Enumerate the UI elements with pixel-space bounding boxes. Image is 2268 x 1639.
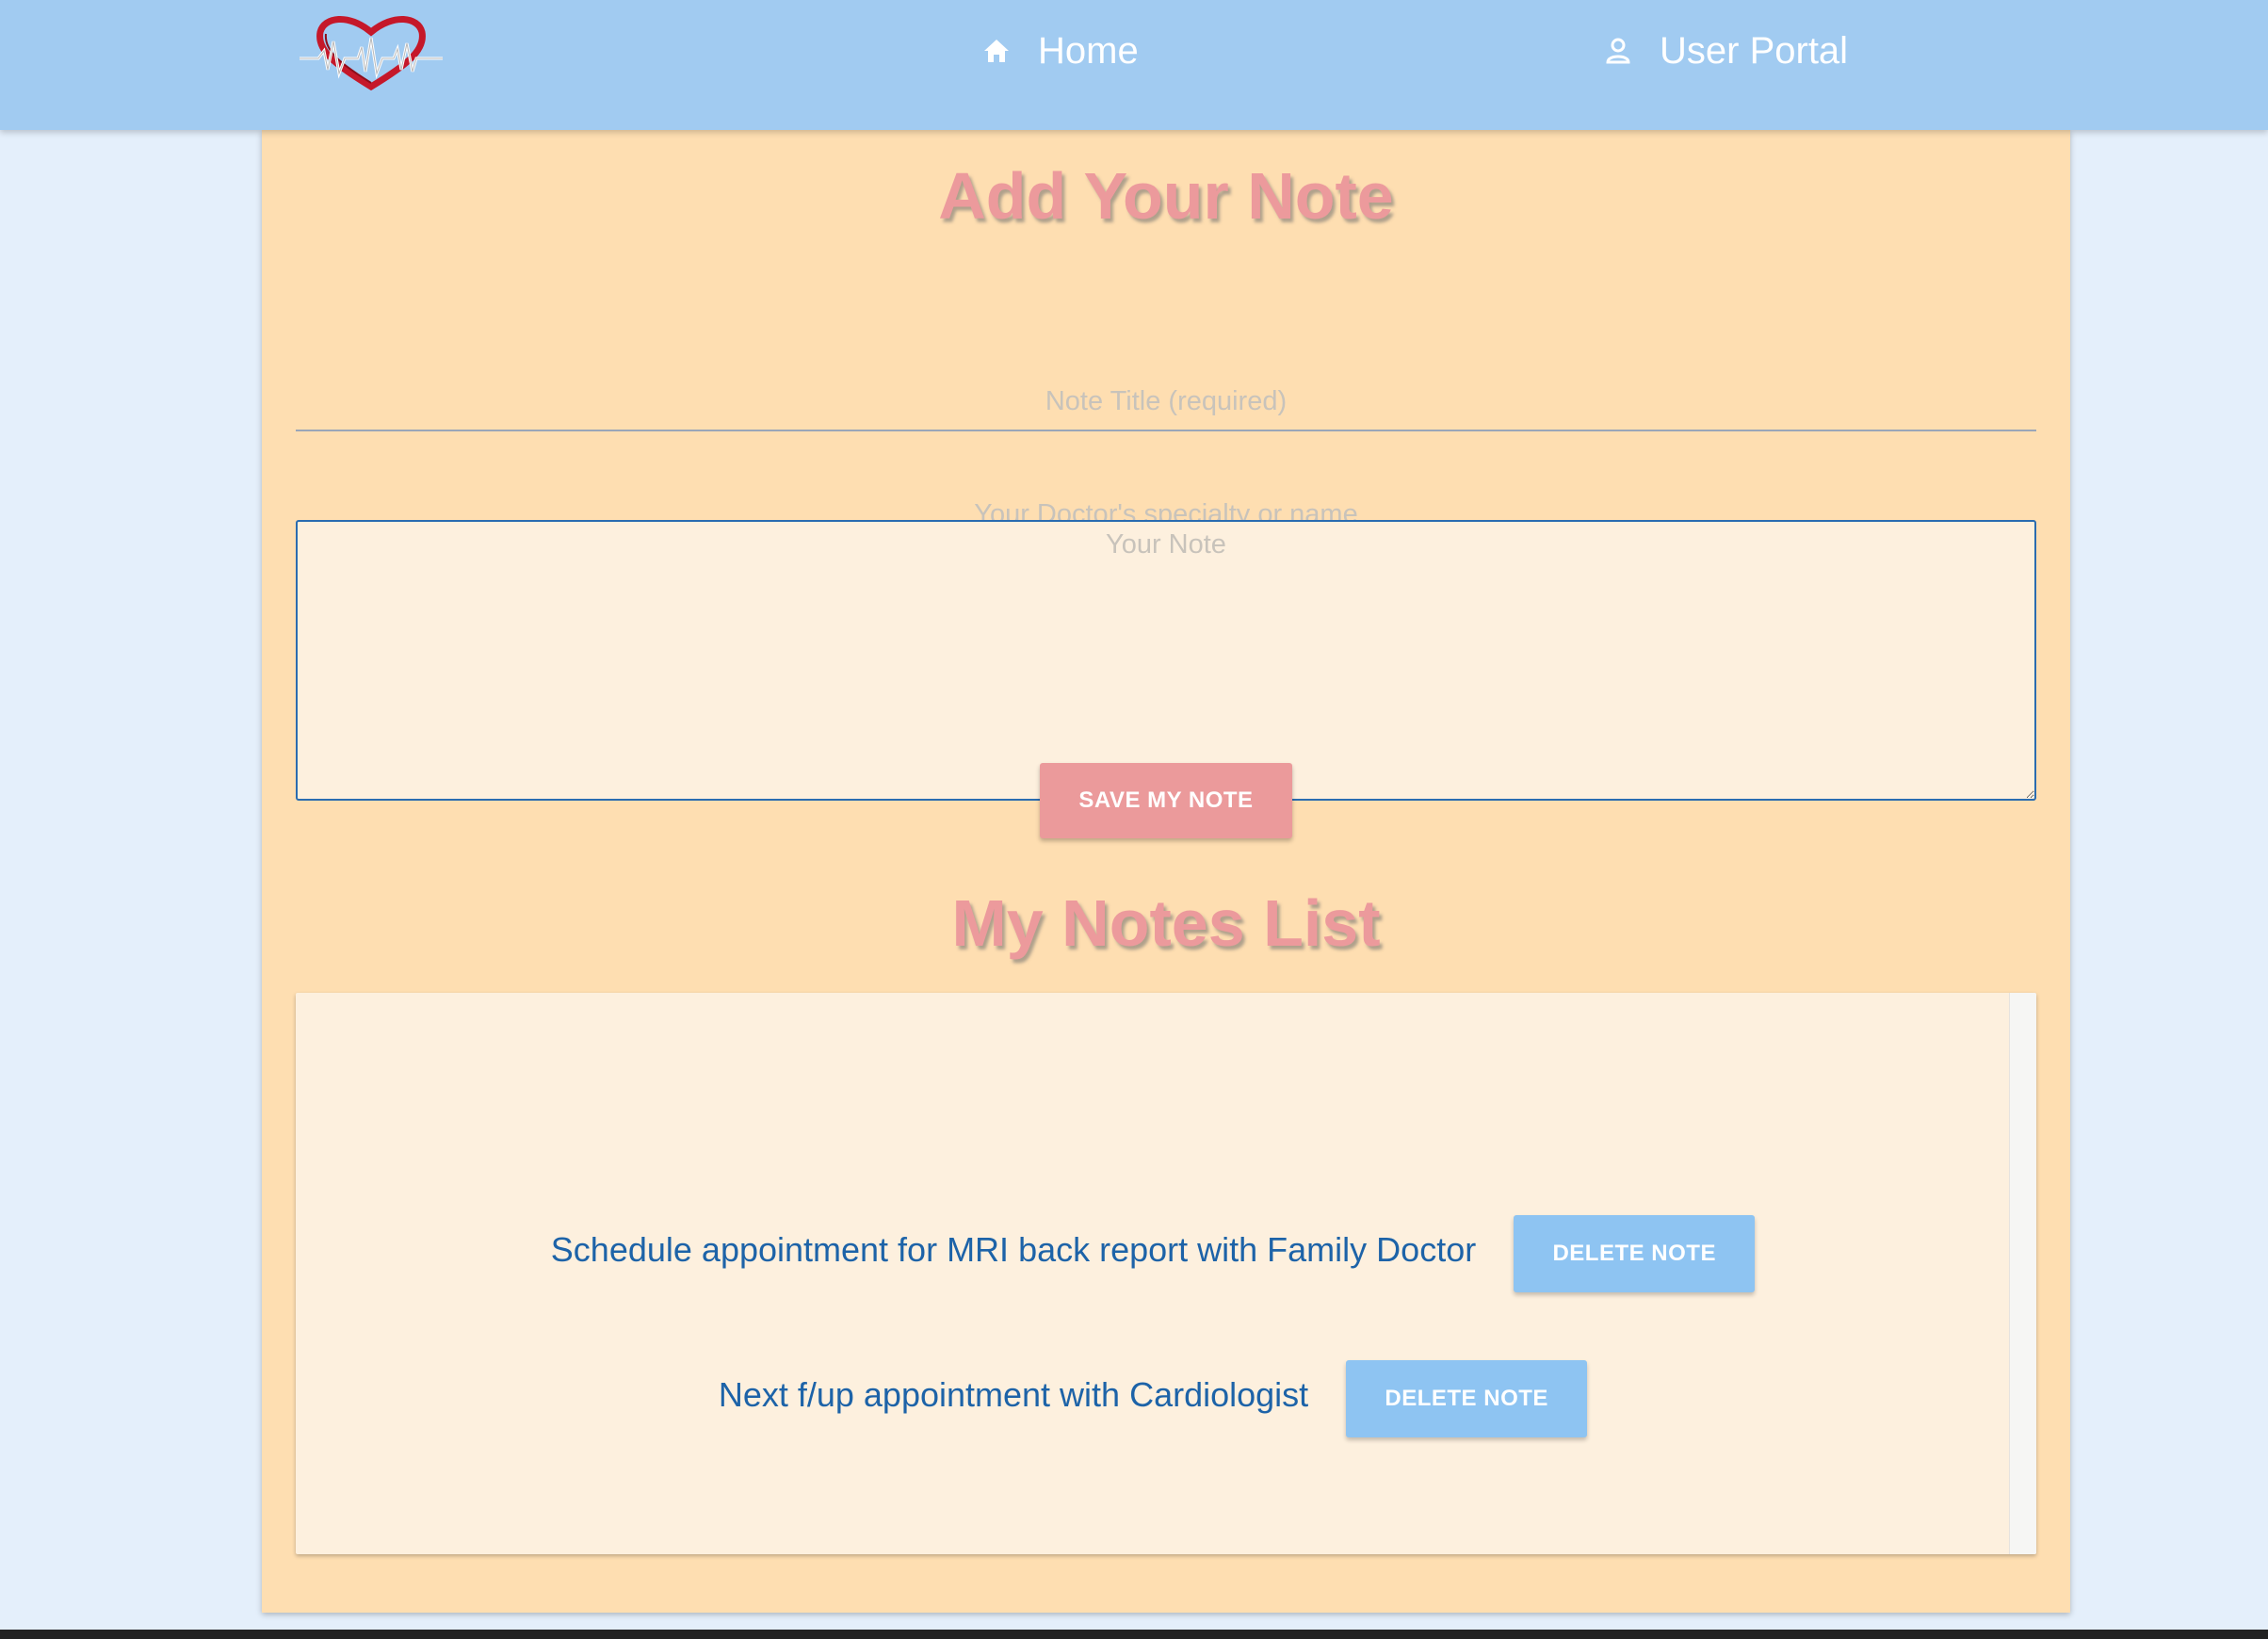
list-item: Schedule appointment for MRI back report… xyxy=(296,1215,2010,1292)
add-note-heading: Add Your Note xyxy=(938,159,1394,233)
delete-note-button[interactable]: DELETE NOTE xyxy=(1346,1360,1588,1437)
notes-card: Add Your Note SAVE MY NOTE My Notes List… xyxy=(262,130,2070,1613)
nav-user-portal-link[interactable]: User Portal xyxy=(1601,26,1848,75)
delete-note-button[interactable]: DELETE NOTE xyxy=(1514,1215,1756,1292)
nav-home-label: Home xyxy=(1038,29,1139,72)
save-note-button[interactable]: SAVE MY NOTE xyxy=(1040,763,1292,838)
notes-list: Schedule appointment for MRI back report… xyxy=(296,993,2036,1554)
note-textarea[interactable] xyxy=(296,520,2036,801)
window-bottom-edge xyxy=(0,1630,2268,1639)
note-text: Schedule appointment for MRI back report… xyxy=(550,1230,1477,1269)
list-item: Next f/up appointment with Cardiologist … xyxy=(296,1360,2010,1437)
notes-scrollbar[interactable] xyxy=(2009,993,2036,1554)
nav-user-portal-label: User Portal xyxy=(1660,29,1849,72)
heart-ecg-logo[interactable] xyxy=(300,13,443,90)
note-title-input[interactable] xyxy=(296,373,2036,431)
home-icon xyxy=(980,34,1013,68)
notes-list-heading: My Notes List xyxy=(951,886,1381,960)
note-text: Next f/up appointment with Cardiologist xyxy=(718,1375,1309,1414)
user-icon xyxy=(1601,34,1635,68)
top-navbar: Home User Portal xyxy=(0,0,2268,130)
nav-home-link[interactable]: Home xyxy=(980,26,1139,75)
